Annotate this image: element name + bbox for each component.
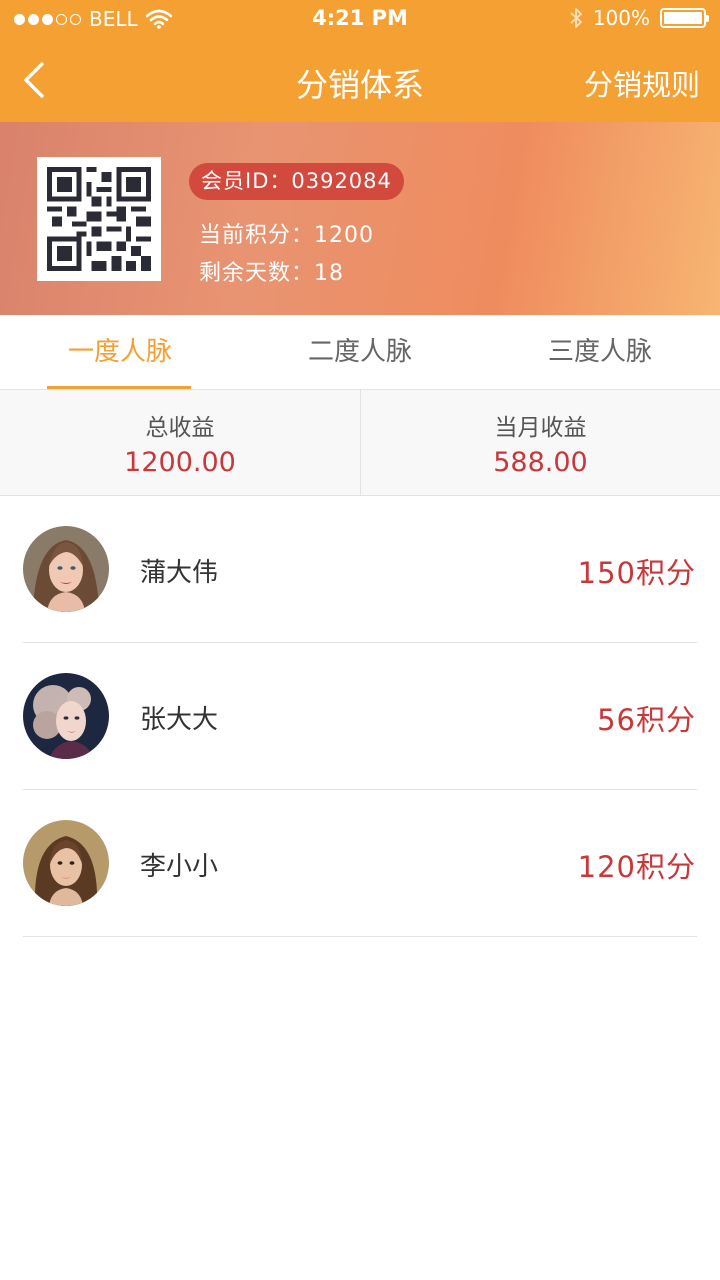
member-id-badge: 会员ID：0392084 [189, 163, 404, 200]
qr-code-icon[interactable] [37, 157, 161, 281]
remaining-days: 剩余天数：18 [199, 261, 344, 286]
earnings-summary: 总收益 1200.00 当月收益 588.00 [0, 390, 720, 496]
active-tab-indicator [47, 386, 191, 389]
monthly-earnings: 当月收益 588.00 [360, 390, 720, 496]
status-right: 100% [569, 6, 709, 30]
status-bar: BELL 4:21 PM 100% [0, 0, 720, 38]
monthly-earnings-value: 588.00 [493, 447, 588, 478]
member-list: 蒲大伟 150积分 张大大 56积分 李小小 120积分 [0, 496, 720, 937]
tab-third-degree[interactable]: 三度人脉 [480, 315, 720, 390]
current-points: 当前积分：1200 [199, 223, 374, 248]
member-name: 蒲大伟 [140, 558, 219, 588]
tab-second-degree[interactable]: 二度人脉 [240, 315, 480, 390]
avatar [23, 820, 109, 906]
member-banner: 会员ID：0392084 当前积分：1200 剩余天数：18 [0, 122, 720, 315]
battery-icon [660, 8, 709, 28]
member-points: 150积分 [577, 556, 696, 590]
member-name: 张大大 [140, 705, 219, 735]
bluetooth-icon [570, 8, 582, 28]
battery-percent: 100% [592, 6, 650, 30]
tab-first-degree[interactable]: 一度人脉 [0, 315, 240, 390]
header: BELL 4:21 PM 100% 分销体系 分销规则 [0, 0, 720, 122]
list-item[interactable]: 李小小 120积分 [0, 790, 720, 937]
total-earnings: 总收益 1200.00 [0, 390, 360, 496]
total-earnings-value: 1200.00 [124, 447, 236, 478]
network-tabs: 一度人脉 二度人脉 三度人脉 [0, 315, 720, 390]
member-points: 120积分 [577, 850, 696, 884]
monthly-earnings-label: 当月收益 [494, 415, 587, 441]
row-divider [23, 936, 697, 937]
list-item[interactable]: 张大大 56积分 [0, 643, 720, 790]
avatar [23, 673, 109, 759]
member-name: 李小小 [140, 852, 219, 882]
list-item[interactable]: 蒲大伟 150积分 [0, 496, 720, 643]
distribution-rules-button[interactable]: 分销规则 [584, 62, 700, 104]
member-points: 56积分 [597, 703, 696, 737]
nav-bar: 分销体系 分销规则 [0, 38, 720, 122]
total-earnings-label: 总收益 [145, 415, 215, 441]
avatar [23, 526, 109, 612]
